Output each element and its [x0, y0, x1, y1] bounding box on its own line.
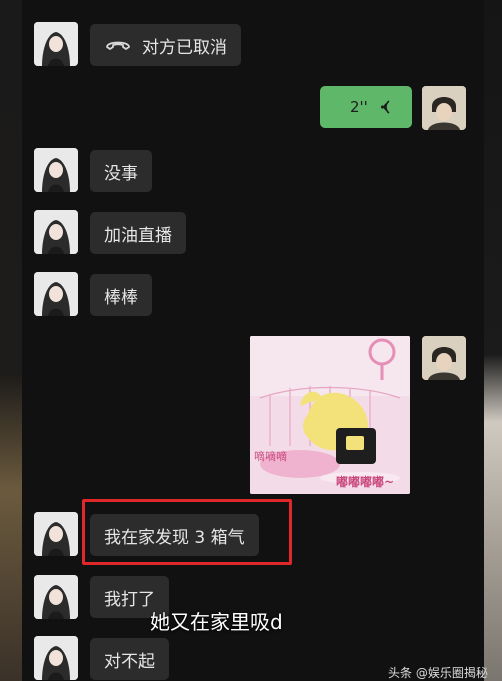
- call-cancelled-message[interactable]: 对方已取消: [90, 24, 241, 66]
- contact-avatar[interactable]: [34, 512, 78, 556]
- contact-avatar[interactable]: [34, 210, 78, 254]
- message-bubble[interactable]: 加油直播: [90, 212, 186, 254]
- call-status-text: 对方已取消: [142, 37, 227, 58]
- voice-message[interactable]: 2'': [320, 86, 412, 128]
- chat-window: 对方已取消 2'' 没事 加油直播 棒棒 嘀嘀嘀 嘟嘟嘟嘟~ 我在家发现 3 箱…: [22, 0, 484, 681]
- video-subtitle: 她又在家里吸d: [150, 610, 283, 634]
- sticker-image[interactable]: 嘀嘀嘀 嘟嘟嘟嘟~: [250, 336, 410, 494]
- sticker-caption-a: 嘀嘀嘀: [254, 450, 287, 463]
- voice-duration: 2'': [350, 98, 368, 116]
- phone-hangup-icon: [106, 41, 130, 50]
- contact-avatar[interactable]: [34, 22, 78, 66]
- watermark: 头条 @娱乐圈揭秘: [388, 666, 488, 680]
- voice-wave-icon: [380, 100, 390, 114]
- message-bubble[interactable]: 对不起: [90, 638, 169, 680]
- message-bubble[interactable]: 没事: [90, 150, 152, 192]
- red-highlight-box: [82, 499, 292, 565]
- contact-avatar[interactable]: [34, 636, 78, 680]
- background-left: [0, 0, 22, 681]
- message-bubble[interactable]: 棒棒: [90, 274, 152, 316]
- my-avatar[interactable]: [422, 86, 466, 130]
- sticker-caption-b: 嘟嘟嘟嘟~: [336, 475, 395, 489]
- my-avatar[interactable]: [422, 336, 466, 380]
- contact-avatar[interactable]: [34, 272, 78, 316]
- background-right: [484, 0, 502, 681]
- contact-avatar[interactable]: [34, 148, 78, 192]
- contact-avatar[interactable]: [34, 575, 78, 619]
